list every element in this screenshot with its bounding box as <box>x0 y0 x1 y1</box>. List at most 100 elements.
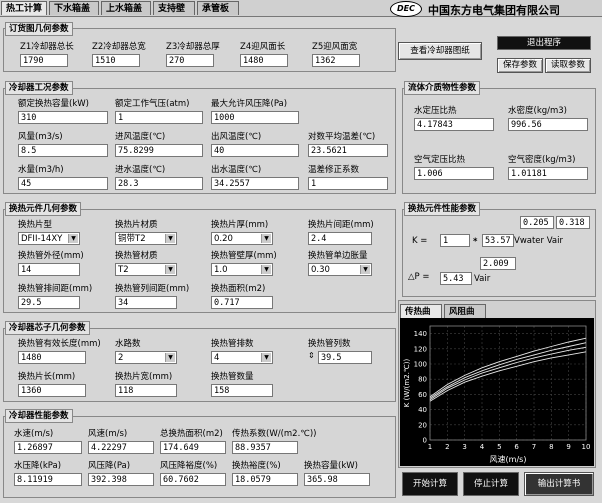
fin-material-value: 铜带T2 <box>118 234 146 244</box>
tab-support-wall[interactable]: 支持壁 <box>153 1 195 15</box>
p-coef[interactable]: 5.43 <box>440 272 472 285</box>
k-exp-water[interactable]: 0.205 <box>520 216 554 229</box>
tube-od-input[interactable]: 14 <box>18 263 80 276</box>
tube-length-input[interactable]: 1480 <box>18 351 86 364</box>
save-params-button[interactable]: 保存参数 <box>497 58 543 73</box>
fin-pitch-input[interactable]: 2.4 <box>308 232 372 245</box>
inlet-air-temp-label: 进风温度(℃) <box>115 132 166 142</box>
read-params-button[interactable]: 读取参数 <box>545 58 591 73</box>
tube-wall-value: 1.0 <box>214 265 228 275</box>
view-drawing-button[interactable]: 查看冷却器图纸 <box>398 42 482 60</box>
outlet-air-temp-input[interactable]: 40 <box>211 144 299 157</box>
fin-material-label: 换热片材质 <box>115 220 158 230</box>
outlet-water-temp-value: 34.2557 <box>211 177 299 190</box>
tab-upper-water-box[interactable]: 上水箱盖 <box>101 1 151 15</box>
air-density-input[interactable]: 1.01181 <box>508 167 588 180</box>
performance-results-title: 冷却器性能参数 <box>5 409 73 423</box>
water-paths-select[interactable]: 2 ▼ <box>115 351 177 364</box>
chevron-down-icon[interactable]: ▼ <box>165 234 175 243</box>
chevron-down-icon[interactable]: ▼ <box>261 265 271 274</box>
tube-wall-select[interactable]: 1.0 ▼ <box>211 263 273 276</box>
element-performance-title: 换热元件性能参数 <box>404 202 481 216</box>
tube-rows-select[interactable]: 4 ▼ <box>211 351 273 364</box>
max-wind-drop-input[interactable]: 1000 <box>211 111 299 124</box>
k-coef[interactable]: 1 <box>440 234 470 247</box>
fin-thickness-value: 0.20 <box>214 234 233 244</box>
water-density-input[interactable]: 996.56 <box>508 118 588 131</box>
fin-type-label: 换热片型 <box>18 220 53 230</box>
y-tick-label: 140 <box>414 330 427 338</box>
chevron-down-icon[interactable]: ▼ <box>360 265 370 274</box>
tab-tube-plate[interactable]: 承管板 <box>197 1 239 15</box>
fin-thickness-label: 换热片厚(mm) <box>211 220 269 230</box>
fin-length-input[interactable]: 1360 <box>18 384 86 397</box>
y-tick-label: 80 <box>418 376 427 384</box>
tube-cols-input[interactable]: 39.5 <box>318 351 372 364</box>
air-drop-margin-value: 60.7602 <box>160 473 226 486</box>
z4-input[interactable]: 1480 <box>240 54 288 67</box>
air-density-label: 空气密度(kg/m3) <box>508 155 576 165</box>
fin-type-value: DFII-14XY <box>21 234 63 244</box>
cooler-geometry-title: 订货图几何参数 <box>5 22 73 36</box>
chevron-down-icon[interactable]: ▼ <box>165 265 175 274</box>
chevron-down-icon[interactable]: ▼ <box>165 353 175 362</box>
z5-input[interactable]: 1362 <box>312 54 360 67</box>
fin-thickness-select[interactable]: 0.20 ▼ <box>211 232 273 245</box>
stepper-icon[interactable]: ⇕ <box>308 351 315 360</box>
water-velocity-value: 1.26897 <box>14 441 82 454</box>
air-volume-input[interactable]: 8.5 <box>18 144 108 157</box>
chevron-down-icon[interactable]: ▼ <box>68 234 78 243</box>
inlet-air-temp-input[interactable]: 75.8299 <box>115 144 203 157</box>
z3-input[interactable]: 270 <box>166 54 214 67</box>
fin-pitch-label: 换热片间距(mm) <box>308 220 374 230</box>
stop-calc-button[interactable]: 停止计算 <box>463 472 519 496</box>
chevron-down-icon[interactable]: ▼ <box>261 234 271 243</box>
z2-input[interactable]: 1510 <box>92 54 140 67</box>
inlet-water-temp-input[interactable]: 28.3 <box>115 177 203 190</box>
top-tab-bar: 热工计算 下水箱盖 上水箱盖 支持壁 承管板 DEC 中国东方电气集团有限公司 <box>0 0 602 17</box>
temp-correction-input[interactable]: 1 <box>308 177 388 190</box>
water-paths-value: 2 <box>118 353 124 363</box>
tab-heat-curve[interactable]: 传热曲线 <box>400 304 442 331</box>
tube-expansion-select[interactable]: 0.30 ▼ <box>308 263 372 276</box>
output-doc-button[interactable]: 输出计算书 <box>524 472 594 496</box>
air-velocity-label: 风速(m/s) <box>88 429 128 439</box>
exit-button[interactable]: 退出程序 <box>497 36 591 50</box>
tab-thermal-calc[interactable]: 热工计算 <box>1 1 47 15</box>
tube-od-label: 换热管外径(mm) <box>18 251 84 261</box>
fin-area-label: 换热面积(m2) <box>211 284 266 294</box>
tube-cols-label: 换热管列数 <box>308 339 351 349</box>
element-geometry-title: 换热元件几何参数 <box>5 202 82 216</box>
chevron-down-icon[interactable]: ▼ <box>261 353 271 362</box>
tab-lower-water-box[interactable]: 下水箱盖 <box>49 1 99 15</box>
tube-col-pitch-input[interactable]: 34 <box>115 296 177 309</box>
water-volume-input[interactable]: 45 <box>18 177 108 190</box>
tube-material-value: T2 <box>118 265 129 275</box>
tab-resistance-curve[interactable]: 风阻曲线 <box>444 304 486 331</box>
p-exp[interactable]: 2.009 <box>480 257 516 270</box>
y-tick-label: 60 <box>418 391 427 399</box>
heat-transfer-coef-value: 88.9357 <box>232 441 298 454</box>
y-tick-label: 20 <box>418 421 427 429</box>
water-paths-label: 水路数 <box>115 339 141 349</box>
x-tick-label: 5 <box>497 443 501 451</box>
water-pressure-drop-value: 8.11919 <box>14 473 82 486</box>
z5-label: Z5迎风面宽 <box>312 42 358 52</box>
outlet-water-temp-label: 出水温度(℃) <box>211 165 262 175</box>
k-exp-air[interactable]: 0.318 <box>556 216 590 229</box>
rated-pressure-input[interactable]: 1 <box>115 111 203 124</box>
k-mult[interactable]: 53.57 <box>482 234 514 247</box>
tube-material-select[interactable]: T2 ▼ <box>115 263 177 276</box>
fin-type-select[interactable]: DFII-14XY ▼ <box>18 232 80 245</box>
rated-capacity-input[interactable]: 310 <box>18 111 108 124</box>
air-cp-input[interactable]: 1.006 <box>414 167 494 180</box>
y-tick-label: 40 <box>418 406 427 414</box>
company-logo: DEC <box>390 1 422 17</box>
fin-material-select[interactable]: 铜带T2 ▼ <box>115 232 177 245</box>
water-cp-input[interactable]: 4.17843 <box>414 118 494 131</box>
tube-row-pitch-input[interactable]: 29.5 <box>18 296 80 309</box>
heat-capacity-label: 换热容量(kW) <box>304 461 358 471</box>
z1-input[interactable]: 1790 <box>20 54 68 67</box>
start-calc-button[interactable]: 开始计算 <box>402 472 458 496</box>
fin-width-input[interactable]: 118 <box>115 384 177 397</box>
